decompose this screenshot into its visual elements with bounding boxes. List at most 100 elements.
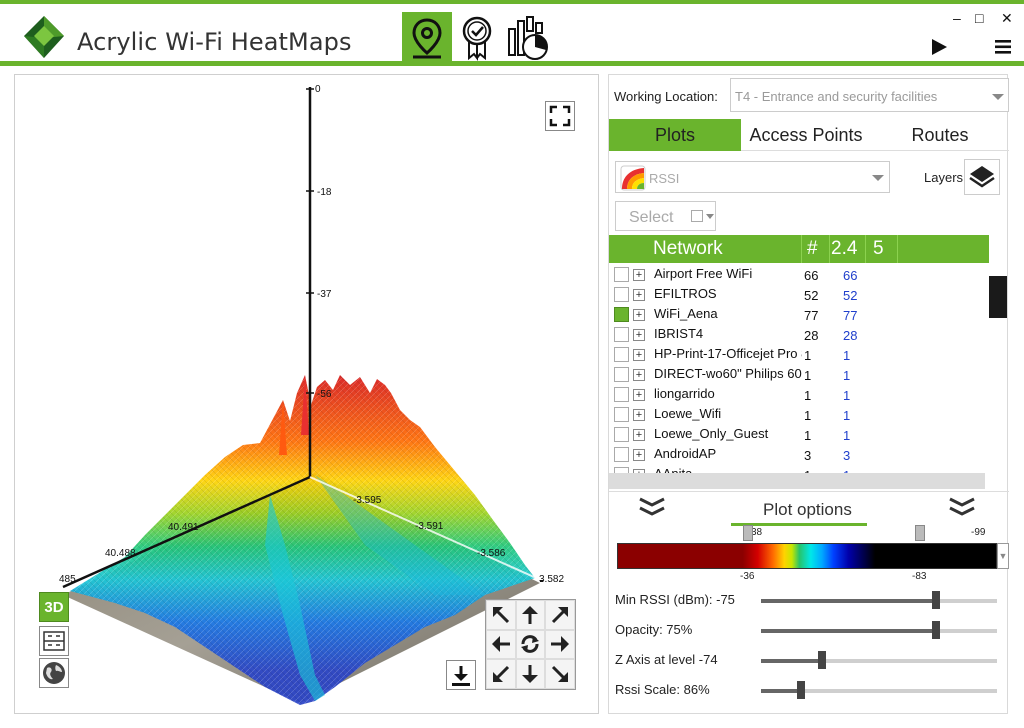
reset-view-button[interactable]	[515, 629, 546, 660]
network-checkbox[interactable]	[614, 307, 629, 322]
rotate-right-button[interactable]	[545, 629, 575, 660]
charts-icon	[508, 16, 548, 60]
download-button[interactable]	[446, 660, 476, 690]
network-band-24-count: 3	[843, 448, 851, 463]
axis-label-lat-1: 40.491	[168, 522, 199, 533]
network-name: Loewe_Only_Guest	[654, 426, 769, 441]
network-row[interactable]: + Loewe_Only_Guest 1 1	[609, 425, 985, 445]
network-count: 28	[804, 328, 819, 343]
rotate-up-button[interactable]	[515, 600, 546, 630]
column-count[interactable]: #	[807, 238, 818, 260]
color-scale-dropdown[interactable]: ▼	[997, 543, 1009, 569]
expand-plus-icon[interactable]: +	[633, 289, 645, 301]
expand-plus-icon[interactable]: +	[633, 449, 645, 461]
network-row[interactable]: +AAnita11	[609, 465, 985, 473]
network-checkbox[interactable]	[614, 267, 629, 282]
location-mode-button[interactable]	[402, 12, 452, 64]
chevron-down-icon	[706, 214, 714, 219]
rotate-up-left-button[interactable]	[486, 600, 516, 630]
network-row[interactable]: + liongarrido 1 1	[609, 385, 985, 405]
select-dropdown[interactable]: Select	[615, 201, 716, 231]
expand-plus-icon[interactable]: +	[633, 369, 645, 381]
arrow-down-right-icon	[552, 666, 569, 683]
expand-plus-icon[interactable]: +	[633, 309, 645, 321]
network-row[interactable]: + HP-Print-17-Officejet Pro 86 1 1	[609, 345, 985, 365]
network-row[interactable]: + Airport Free WiFi 66 66	[609, 265, 985, 285]
rssi-plot-icon	[620, 165, 646, 191]
expand-plus-icon[interactable]: +	[633, 409, 645, 421]
working-location-label: Working Location:	[614, 89, 718, 104]
network-row[interactable]: + Loewe_Wifi 1 1	[609, 405, 985, 425]
map-view-button[interactable]	[39, 658, 69, 688]
rotate-down-button[interactable]	[515, 659, 546, 689]
expand-plus-icon[interactable]: +	[633, 429, 645, 441]
close-button[interactable]: ✕	[1001, 10, 1013, 27]
network-checkbox[interactable]	[614, 287, 629, 302]
network-row[interactable]: + DIRECT-wo60" Philips 6000 1 1	[609, 365, 985, 385]
network-row[interactable]: + EFILTROS 52 52	[609, 285, 985, 305]
survey-mode-button[interactable]	[452, 12, 502, 64]
slider-row: Rssi Scale: 86%	[615, 679, 1007, 701]
slider-label: Z Axis at level -74	[615, 652, 718, 667]
layers-button[interactable]	[964, 159, 1000, 195]
network-name: HP-Print-17-Officejet Pro 86	[654, 346, 802, 361]
network-list: + Airport Free WiFi 66 66 + EFILTROS 52 52 + WiFi…	[609, 265, 985, 473]
column-band-5[interactable]: 5	[873, 238, 884, 260]
z-tick-1: -18	[317, 187, 332, 198]
reports-mode-button[interactable]	[503, 12, 553, 64]
view-3d-button[interactable]: 3D	[39, 592, 69, 622]
slider-thumb[interactable]	[797, 681, 805, 699]
rotate-down-right-button[interactable]	[545, 659, 575, 689]
maximize-button[interactable]: □	[975, 10, 983, 26]
horizontal-scrollbar[interactable]	[609, 473, 985, 489]
play-icon[interactable]	[930, 38, 948, 56]
network-row[interactable]: + IBRIST4 28 28	[609, 325, 985, 345]
tab-access-points[interactable]: Access Points	[741, 119, 871, 151]
select-all-checkbox[interactable]	[691, 210, 703, 222]
network-row[interactable]: + WiFi_Aena 77 77	[609, 305, 985, 325]
slider-thumb[interactable]	[932, 591, 940, 609]
plot-options-bar[interactable]: Plot options	[609, 491, 1009, 526]
slider-thumb[interactable]	[932, 621, 940, 639]
heatmap-3d-view[interactable]: 0 -18 -37 -56 40.491 40.488 485 -3.595 -…	[14, 74, 599, 714]
scale-marker-right[interactable]	[915, 525, 925, 541]
network-checkbox[interactable]	[614, 447, 629, 462]
axis-label-lon-2: -3.591	[415, 521, 444, 532]
vertical-scrollbar-thumb[interactable]	[989, 276, 1007, 318]
scale-marker-left[interactable]	[743, 525, 753, 541]
rotate-left-button[interactable]	[486, 629, 516, 660]
hamburger-menu-icon[interactable]	[995, 40, 1011, 54]
network-checkbox[interactable]	[614, 347, 629, 362]
expand-plus-icon[interactable]: +	[633, 389, 645, 401]
network-checkbox[interactable]	[614, 407, 629, 422]
network-checkbox[interactable]	[614, 387, 629, 402]
view-2d-button[interactable]	[39, 626, 69, 656]
refresh-icon	[521, 635, 540, 654]
network-count: 1	[804, 428, 812, 443]
expand-plus-icon[interactable]: +	[633, 269, 645, 281]
minimize-button[interactable]: –	[953, 10, 961, 26]
network-name: liongarrido	[654, 386, 715, 401]
rotate-down-left-button[interactable]	[486, 659, 516, 689]
column-band-24[interactable]: 2.4	[831, 238, 857, 260]
column-network[interactable]: Network	[653, 238, 723, 260]
network-checkbox[interactable]	[614, 327, 629, 342]
layers-icon	[969, 166, 995, 188]
slider-thumb[interactable]	[818, 651, 826, 669]
network-row[interactable]: + AndroidAP 3 3	[609, 445, 985, 465]
network-count: 52	[804, 288, 819, 303]
plot-type-select[interactable]: RSSI	[615, 161, 890, 193]
slider-row: Z Axis at level -74	[615, 649, 1007, 671]
network-band-24-count: 1	[843, 388, 851, 403]
expand-plus-icon[interactable]: +	[633, 349, 645, 361]
rotate-up-right-button[interactable]	[545, 600, 575, 630]
slider-label: Opacity: 75%	[615, 622, 693, 637]
tab-plots[interactable]: Plots	[609, 119, 741, 151]
panel-tabs: Plots Access Points Routes	[609, 119, 1009, 151]
fullscreen-button[interactable]	[545, 101, 575, 131]
network-checkbox[interactable]	[614, 427, 629, 442]
expand-plus-icon[interactable]: +	[633, 329, 645, 341]
tab-routes[interactable]: Routes	[871, 119, 1009, 151]
network-checkbox[interactable]	[614, 367, 629, 382]
working-location-select[interactable]: T4 - Entrance and security facilities	[730, 78, 1009, 112]
